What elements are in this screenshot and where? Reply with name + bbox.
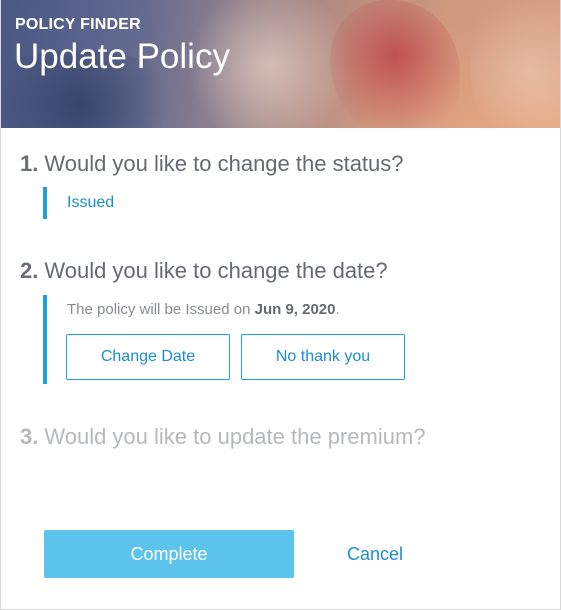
complete-button[interactable]: Complete xyxy=(44,530,294,578)
header-banner: POLICY FINDER Update Policy xyxy=(0,0,561,128)
question-number: 2. xyxy=(20,258,39,283)
policy-note-suffix: . xyxy=(335,301,340,318)
question-date: 2. Would you like to change the date? xyxy=(20,258,388,284)
question-status: 1. Would you like to change the status? xyxy=(20,151,404,177)
status-value-link[interactable]: Issued xyxy=(67,194,114,212)
answer-accent-bar xyxy=(43,187,47,219)
answer-accent-bar xyxy=(43,295,47,384)
question-number: 3. xyxy=(20,424,39,449)
update-policy-panel: POLICY FINDER Update Policy 1. Would you … xyxy=(0,0,561,610)
question-premium: 3. Would you like to update the premium? xyxy=(20,424,426,450)
app-eyebrow: POLICY FINDER xyxy=(15,16,141,33)
question-text: Would you like to update the premium? xyxy=(44,424,426,449)
no-thank-you-button[interactable]: No thank you xyxy=(241,334,405,380)
question-text: Would you like to change the date? xyxy=(44,258,388,283)
page-title: Update Policy xyxy=(14,37,230,76)
policy-note-date: Jun 9, 2020 xyxy=(254,301,336,318)
question-number: 1. xyxy=(20,151,39,176)
policy-note-prefix: The policy will be Issued on xyxy=(67,301,255,318)
change-date-button[interactable]: Change Date xyxy=(66,334,230,380)
cancel-button[interactable]: Cancel xyxy=(340,530,410,578)
panel-border-left xyxy=(0,0,1,610)
policy-date-note: The policy will be Issued on Jun 9, 2020… xyxy=(67,301,340,318)
question-text: Would you like to change the status? xyxy=(44,151,404,176)
